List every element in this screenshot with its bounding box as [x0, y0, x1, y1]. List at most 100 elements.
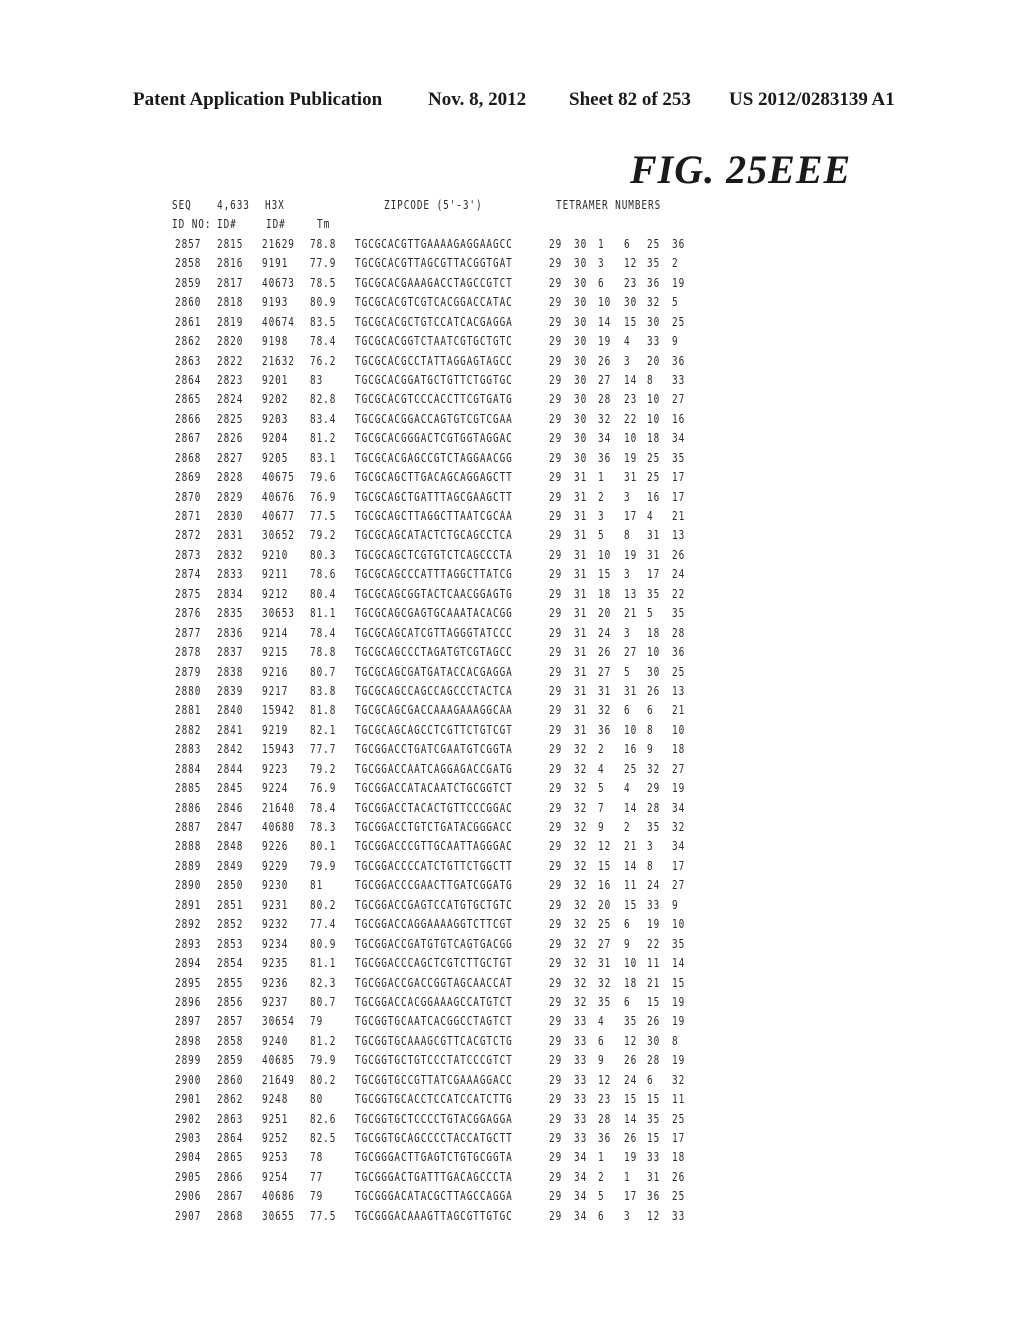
cell-id-4633: 2865 [217, 1150, 244, 1165]
cell-tetramer-3: 3 [598, 509, 605, 523]
cell-tetramer-6: 17 [672, 470, 686, 485]
cell-zipcode: TGCGCAGCGAGTGCAAATACACGG [355, 606, 513, 621]
cell-tetramer-2: 32 [574, 917, 588, 932]
cell-tetramer-4: 12 [624, 1033, 638, 1048]
cell-tetramer-5: 31 [647, 1169, 661, 1184]
cell-tetramer-2: 33 [574, 1092, 588, 1107]
cell-tetramer-4: 27 [624, 645, 638, 660]
cell-tetramer-3: 5 [598, 1189, 605, 1204]
cell-tm: 83.5 [310, 314, 337, 329]
cell-tetramer-6: 19 [672, 275, 686, 290]
cell-tm: 79.9 [310, 1053, 337, 1068]
cell-tetramer-3: 34 [598, 431, 612, 446]
cell-tetramer-5: 30 [647, 664, 661, 679]
cell-tetramer-3: 28 [598, 1111, 612, 1126]
cell-seq-id: 2873 [175, 547, 202, 562]
cell-zipcode: TGCGGACCACGGAAAGCCATGTCT [355, 994, 513, 1009]
cell-id-4633: 2851 [217, 897, 244, 912]
cell-tetramer-5: 33 [647, 1150, 661, 1165]
cell-tm: 81.2 [310, 1033, 337, 1048]
cell-tetramer-1: 29 [549, 703, 563, 718]
cell-zipcode: TGCGGGACTGATTTGACAGCCCTA [355, 1169, 513, 1184]
cell-tetramer-3: 1 [598, 236, 605, 251]
cell-tetramer-6: 25 [672, 1189, 686, 1204]
cell-h3x-id: 9248 [262, 1092, 289, 1107]
cell-id-4633: 2828 [217, 470, 244, 485]
cell-tetramer-1: 29 [549, 334, 563, 349]
cell-tetramer-5: 18 [647, 431, 661, 446]
cell-h3x-id: 9254 [262, 1169, 289, 1184]
cell-tetramer-5: 8 [647, 372, 654, 387]
cell-tm: 80.3 [310, 547, 337, 562]
cell-tetramer-5: 36 [647, 1189, 661, 1204]
cell-tetramer-5: 21 [647, 975, 661, 990]
cell-tetramer-2: 31 [574, 703, 588, 718]
cell-seq-id: 2896 [175, 994, 202, 1009]
cell-tetramer-3: 2 [598, 742, 605, 757]
cell-tetramer-1: 29 [549, 392, 563, 407]
cell-tm: 82.8 [310, 392, 337, 407]
cell-tetramer-3: 2 [598, 489, 605, 504]
cell-seq-id: 2883 [175, 742, 202, 757]
cell-tetramer-5: 6 [647, 703, 654, 718]
cell-tetramer-2: 32 [574, 936, 588, 951]
cell-id-4633: 2837 [217, 645, 244, 660]
cell-tetramer-2: 30 [574, 236, 588, 251]
cell-h3x-id: 9215 [262, 645, 289, 660]
cell-h3x-id: 21649 [262, 1072, 295, 1087]
cell-tm: 79.9 [310, 858, 337, 873]
cell-zipcode: TGCGCAGCTCGTGTCTCAGCCCTA [355, 547, 513, 562]
cell-id-4633: 2830 [217, 509, 244, 523]
cell-zipcode: TGCGGACCCGAACTTGATCGGATG [355, 878, 513, 893]
cell-id-4633: 2826 [217, 431, 244, 446]
cell-tm: 82.5 [310, 1131, 337, 1145]
cell-seq-id: 2899 [175, 1053, 202, 1068]
cell-tm: 77.5 [310, 1208, 337, 1223]
cell-tetramer-3: 32 [598, 975, 612, 990]
cell-tetramer-2: 32 [574, 897, 588, 912]
cell-id-4633: 2839 [217, 683, 244, 698]
cell-tetramer-5: 31 [647, 528, 661, 543]
cell-tetramer-3: 25 [598, 917, 612, 932]
cell-tetramer-2: 31 [574, 645, 588, 660]
cell-zipcode: TGCGGACCATACAATCTGCGGTCT [355, 781, 513, 796]
cell-tetramer-4: 31 [624, 683, 638, 698]
cell-h3x-id: 9236 [262, 975, 289, 990]
cell-id-4633: 2818 [217, 295, 244, 310]
publication-date: Nov. 8, 2012 [428, 89, 527, 110]
cell-tetramer-4: 14 [624, 1111, 638, 1126]
cell-seq-id: 2900 [175, 1072, 202, 1087]
cell-tetramer-1: 29 [549, 800, 563, 815]
cell-tetramer-2: 33 [574, 1131, 588, 1145]
cell-tetramer-5: 28 [647, 800, 661, 815]
cell-tetramer-6: 32 [672, 1072, 686, 1087]
cell-tetramer-6: 18 [672, 742, 686, 757]
cell-id-4633: 2850 [217, 878, 244, 893]
cell-tetramer-5: 12 [647, 1208, 661, 1223]
cell-id-4633: 2854 [217, 956, 244, 971]
cell-id-4633: 2842 [217, 742, 244, 757]
cell-zipcode: TGCGCAGCGACCAAAGAAAGGCAA [355, 703, 513, 718]
cell-tetramer-6: 35 [672, 450, 686, 465]
cell-seq-id: 2865 [175, 392, 202, 407]
cell-zipcode: TGCGCACGCTGTCCATCACGAGGA [355, 314, 513, 329]
cell-seq-id: 2889 [175, 858, 202, 873]
cell-tetramer-4: 5 [624, 664, 631, 679]
cell-zipcode: TGCGCAGCTGATTTAGCGAAGCTT [355, 489, 513, 504]
cell-tetramer-6: 14 [672, 956, 686, 971]
cell-id-4633: 2847 [217, 820, 244, 834]
cell-zipcode: TGCGCAGCATACTCTGCAGCCTCA [355, 528, 513, 543]
cell-tetramer-2: 30 [574, 275, 588, 290]
cell-tetramer-3: 32 [598, 411, 612, 426]
cell-zipcode: TGCGCACGTTAGCGTTACGGTGAT [355, 256, 513, 271]
cell-tm: 81.1 [310, 956, 337, 971]
cell-tetramer-6: 9 [672, 897, 679, 912]
cell-tetramer-3: 5 [598, 528, 605, 543]
cell-h3x-id: 9251 [262, 1111, 289, 1126]
cell-seq-id: 2867 [175, 431, 202, 446]
patent-number: US 2012/0283139 A1 [729, 89, 895, 110]
cell-tetramer-1: 29 [549, 528, 563, 543]
cell-tm: 76.2 [310, 353, 337, 368]
cell-tetramer-3: 36 [598, 450, 612, 465]
cell-id-4633: 2820 [217, 334, 244, 349]
